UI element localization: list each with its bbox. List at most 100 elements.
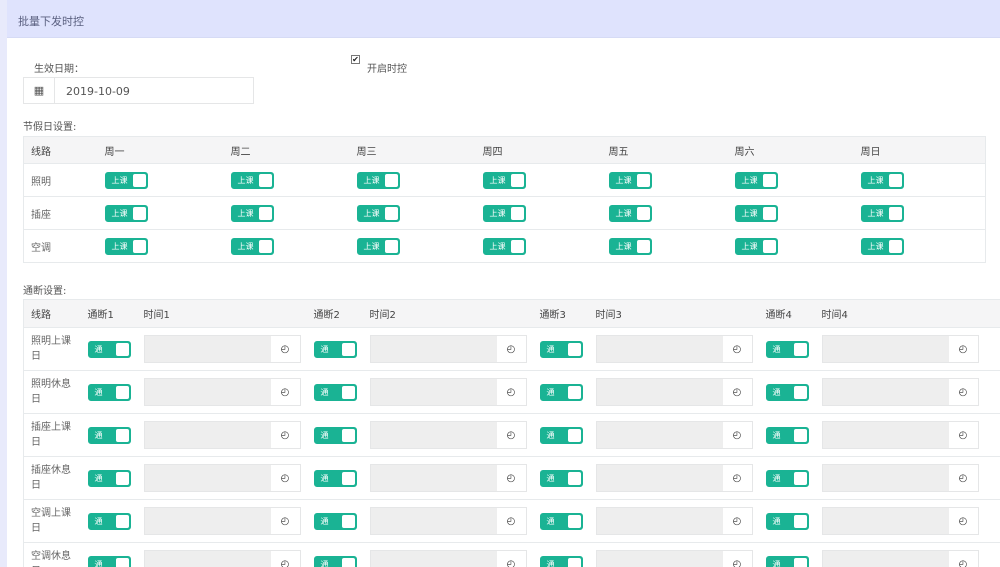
time-input[interactable]: ◴ <box>369 464 527 492</box>
on-off-toggle[interactable]: 通 <box>765 340 809 358</box>
time-input[interactable]: ◴ <box>821 550 979 567</box>
enable-checkbox[interactable]: ✔ <box>351 55 360 64</box>
clock-icon[interactable]: ◴ <box>496 422 526 448</box>
time-input[interactable]: ◴ <box>821 507 979 535</box>
class-day-toggle[interactable]: 上课 <box>608 204 652 222</box>
class-day-toggle[interactable]: 上课 <box>356 237 400 255</box>
clock-icon[interactable]: ◴ <box>496 508 526 534</box>
time-field[interactable] <box>822 465 949 491</box>
clock-icon[interactable]: ◴ <box>722 422 752 448</box>
on-off-toggle[interactable]: 通 <box>765 555 809 567</box>
time-input[interactable]: ◴ <box>821 421 979 449</box>
on-off-toggle[interactable]: 通 <box>313 340 357 358</box>
time-field[interactable] <box>370 465 497 491</box>
time-input[interactable]: ◴ <box>595 378 753 406</box>
time-input[interactable]: ◴ <box>595 507 753 535</box>
on-off-toggle[interactable]: 通 <box>87 469 131 487</box>
on-off-toggle[interactable]: 通 <box>539 469 583 487</box>
class-day-toggle[interactable]: 上课 <box>482 171 526 189</box>
time-input[interactable]: ◴ <box>821 464 979 492</box>
time-field[interactable] <box>370 336 497 362</box>
time-input[interactable]: ◴ <box>143 464 301 492</box>
time-field[interactable] <box>596 379 723 405</box>
time-field[interactable] <box>822 379 949 405</box>
on-off-toggle[interactable]: 通 <box>313 383 357 401</box>
class-day-toggle[interactable]: 上课 <box>734 204 778 222</box>
class-day-toggle[interactable]: 上课 <box>860 204 904 222</box>
clock-icon[interactable]: ◴ <box>496 551 526 567</box>
on-off-toggle[interactable]: 通 <box>313 512 357 530</box>
clock-icon[interactable]: ◴ <box>270 422 300 448</box>
on-off-toggle[interactable]: 通 <box>539 555 583 567</box>
on-off-toggle[interactable]: 通 <box>313 469 357 487</box>
time-input[interactable]: ◴ <box>143 378 301 406</box>
time-input[interactable]: ◴ <box>595 335 753 363</box>
on-off-toggle[interactable]: 通 <box>765 426 809 444</box>
time-field[interactable] <box>144 422 271 448</box>
class-day-toggle[interactable]: 上课 <box>104 204 148 222</box>
on-off-toggle[interactable]: 通 <box>765 469 809 487</box>
time-field[interactable] <box>370 551 497 567</box>
on-off-toggle[interactable]: 通 <box>765 383 809 401</box>
time-input[interactable]: ◴ <box>143 421 301 449</box>
clock-icon[interactable]: ◴ <box>270 379 300 405</box>
on-off-toggle[interactable]: 通 <box>539 512 583 530</box>
clock-icon[interactable]: ◴ <box>948 336 978 362</box>
clock-icon[interactable]: ◴ <box>722 379 752 405</box>
time-input[interactable]: ◴ <box>369 335 527 363</box>
time-field[interactable] <box>596 422 723 448</box>
clock-icon[interactable]: ◴ <box>722 465 752 491</box>
time-field[interactable] <box>822 422 949 448</box>
class-day-toggle[interactable]: 上课 <box>104 237 148 255</box>
clock-icon[interactable]: ◴ <box>496 336 526 362</box>
class-day-toggle[interactable]: 上课 <box>356 204 400 222</box>
on-off-toggle[interactable]: 通 <box>539 383 583 401</box>
time-field[interactable] <box>370 422 497 448</box>
clock-icon[interactable]: ◴ <box>948 508 978 534</box>
class-day-toggle[interactable]: 上课 <box>860 171 904 189</box>
time-field[interactable] <box>144 379 271 405</box>
calendar-icon[interactable]: ▦ <box>24 78 55 103</box>
time-input[interactable]: ◴ <box>821 335 979 363</box>
class-day-toggle[interactable]: 上课 <box>230 204 274 222</box>
time-field[interactable] <box>822 508 949 534</box>
time-input[interactable]: ◴ <box>143 507 301 535</box>
class-day-toggle[interactable]: 上课 <box>230 171 274 189</box>
class-day-toggle[interactable]: 上课 <box>482 237 526 255</box>
class-day-toggle[interactable]: 上课 <box>482 204 526 222</box>
clock-icon[interactable]: ◴ <box>948 465 978 491</box>
time-field[interactable] <box>370 379 497 405</box>
on-off-toggle[interactable]: 通 <box>87 426 131 444</box>
on-off-toggle[interactable]: 通 <box>539 340 583 358</box>
clock-icon[interactable]: ◴ <box>948 551 978 567</box>
time-field[interactable] <box>596 551 723 567</box>
clock-icon[interactable]: ◴ <box>722 551 752 567</box>
clock-icon[interactable]: ◴ <box>496 379 526 405</box>
time-field[interactable] <box>596 336 723 362</box>
clock-icon[interactable]: ◴ <box>270 336 300 362</box>
time-input[interactable]: ◴ <box>369 378 527 406</box>
time-input[interactable]: ◴ <box>143 335 301 363</box>
time-input[interactable]: ◴ <box>821 378 979 406</box>
date-value[interactable]: 2019-10-09 <box>55 78 130 103</box>
class-day-toggle[interactable]: 上课 <box>356 171 400 189</box>
clock-icon[interactable]: ◴ <box>270 551 300 567</box>
on-off-toggle[interactable]: 通 <box>765 512 809 530</box>
time-field[interactable] <box>144 465 271 491</box>
time-field[interactable] <box>822 336 949 362</box>
time-input[interactable]: ◴ <box>595 421 753 449</box>
clock-icon[interactable]: ◴ <box>496 465 526 491</box>
time-field[interactable] <box>822 551 949 567</box>
on-off-toggle[interactable]: 通 <box>87 340 131 358</box>
time-field[interactable] <box>596 465 723 491</box>
time-input[interactable]: ◴ <box>595 550 753 567</box>
date-input[interactable]: ▦ 2019-10-09 <box>23 77 254 104</box>
class-day-toggle[interactable]: 上课 <box>860 237 904 255</box>
class-day-toggle[interactable]: 上课 <box>734 237 778 255</box>
on-off-toggle[interactable]: 通 <box>313 426 357 444</box>
clock-icon[interactable]: ◴ <box>722 336 752 362</box>
class-day-toggle[interactable]: 上课 <box>230 237 274 255</box>
clock-icon[interactable]: ◴ <box>722 508 752 534</box>
time-field[interactable] <box>144 551 271 567</box>
clock-icon[interactable]: ◴ <box>270 508 300 534</box>
